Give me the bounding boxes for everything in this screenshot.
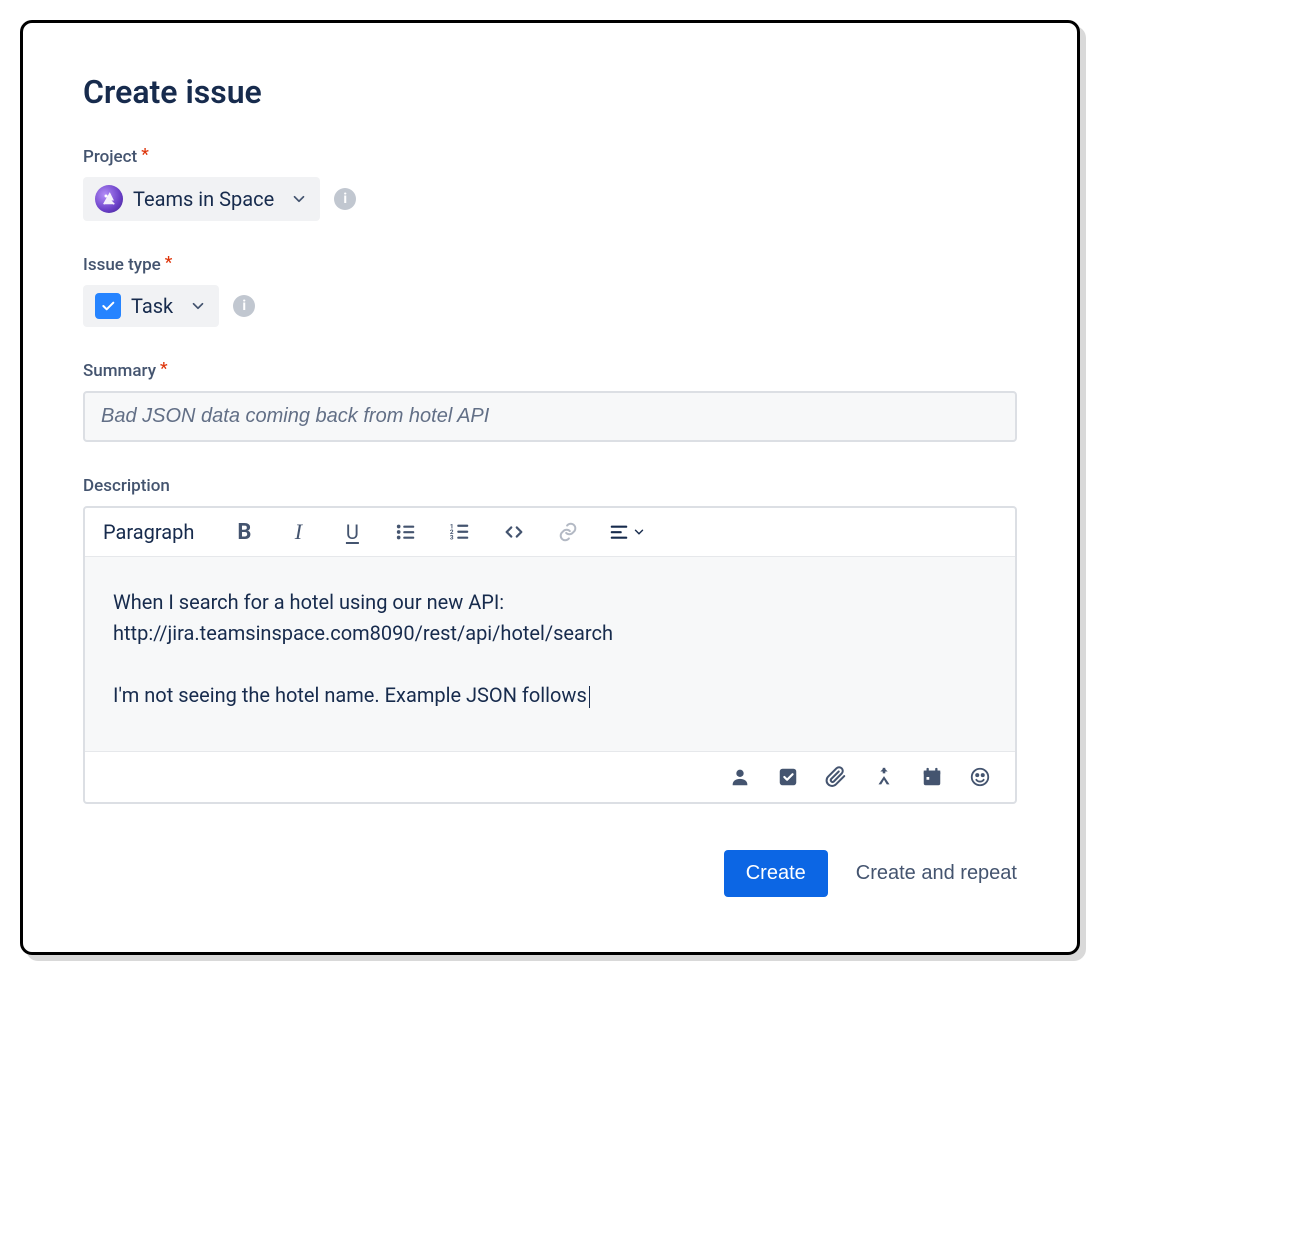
description-editor: Paragraph B I U 123 <box>83 506 1017 804</box>
summary-label: Summary * <box>83 361 1017 381</box>
info-icon[interactable]: i <box>233 295 255 317</box>
chevron-down-icon <box>632 525 646 539</box>
text-cursor <box>589 686 590 708</box>
project-avatar-icon <box>95 185 123 213</box>
chevron-down-icon <box>290 190 308 208</box>
editor-toolbar: Paragraph B I U 123 <box>85 508 1015 557</box>
emoji-button[interactable] <box>969 766 991 788</box>
description-textarea[interactable]: When I search for a hotel using our new … <box>85 557 1015 752</box>
attachment-button[interactable] <box>825 766 847 788</box>
svg-text:3: 3 <box>450 533 454 541</box>
description-content: When I search for a hotel using our new … <box>113 590 613 707</box>
summary-field: Summary * <box>83 361 1017 442</box>
project-label-text: Project <box>83 147 137 167</box>
description-label: Description <box>83 476 1017 496</box>
text-style-select[interactable]: Paragraph <box>103 520 204 544</box>
link-button[interactable] <box>554 518 582 546</box>
project-field: Project * Teams in Space i <box>83 147 1017 221</box>
bold-button[interactable]: B <box>230 518 258 546</box>
project-select-value: Teams in Space <box>133 187 274 211</box>
modal-footer: Create Create and repeat <box>83 850 1017 897</box>
summary-input[interactable] <box>83 391 1017 442</box>
numbered-list-button[interactable]: 123 <box>446 518 474 546</box>
issue-type-label-text: Issue type <box>83 255 161 275</box>
modal-title: Create issue <box>83 73 1017 111</box>
editor-insert-toolbar <box>85 752 1015 802</box>
create-button[interactable]: Create <box>724 850 828 897</box>
issue-type-field: Issue type * Task i <box>83 255 1017 327</box>
task-icon <box>95 293 121 319</box>
required-asterisk: * <box>160 361 168 378</box>
mention-button[interactable] <box>729 766 751 788</box>
bullet-list-button[interactable] <box>392 518 420 546</box>
code-button[interactable] <box>500 518 528 546</box>
description-label-text: Description <box>83 476 170 496</box>
chevron-down-icon <box>189 297 207 315</box>
info-icon[interactable]: i <box>334 188 356 210</box>
underline-button[interactable]: U <box>338 518 366 546</box>
align-button[interactable] <box>608 521 646 543</box>
issue-type-select[interactable]: Task <box>83 285 219 327</box>
description-field: Description Paragraph B I U 123 <box>83 476 1017 804</box>
issue-type-label: Issue type * <box>83 255 1017 275</box>
required-asterisk: * <box>141 147 149 164</box>
issue-type-select-value: Task <box>131 294 173 318</box>
decision-button[interactable] <box>873 766 895 788</box>
project-label: Project * <box>83 147 1017 167</box>
project-select[interactable]: Teams in Space <box>83 177 320 221</box>
required-asterisk: * <box>165 255 173 272</box>
date-button[interactable] <box>921 766 943 788</box>
italic-button[interactable]: I <box>284 518 312 546</box>
action-item-button[interactable] <box>777 766 799 788</box>
summary-label-text: Summary <box>83 361 156 381</box>
create-and-repeat-button[interactable]: Create and repeat <box>856 862 1017 885</box>
create-issue-modal: Create issue Project * Teams in Space i … <box>20 20 1080 955</box>
